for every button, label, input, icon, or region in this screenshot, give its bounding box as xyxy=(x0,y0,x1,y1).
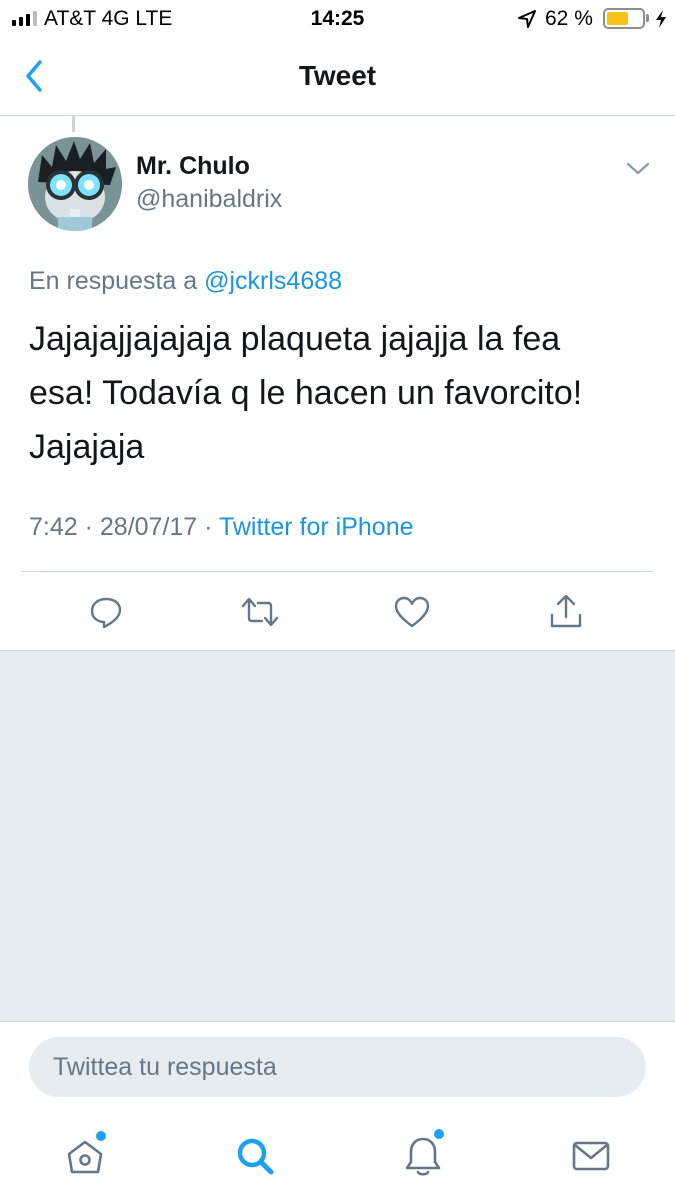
share-icon xyxy=(550,594,582,628)
nav-bar: Tweet xyxy=(0,38,675,116)
tweet-date: 28/07/17 xyxy=(99,513,198,541)
tab-messages[interactable] xyxy=(566,1131,616,1181)
tweet-source-link[interactable]: Twitter for iPhone xyxy=(219,513,414,541)
reply-bar xyxy=(0,1021,675,1113)
like-icon xyxy=(394,596,430,628)
chevron-down-icon xyxy=(626,162,650,175)
tweet-text-line: Jajajaja xyxy=(29,428,145,466)
divider xyxy=(22,571,653,572)
battery-level xyxy=(607,12,629,25)
tweet-text-line: esa! Todavía q le hacen un favorcito! xyxy=(29,374,583,412)
author-handle[interactable]: @hanibaldrix xyxy=(136,185,282,214)
tweet-time: 7:42 xyxy=(29,513,78,541)
tweet-text: Jajajajjajajaja plaqueta jajajja la fea … xyxy=(29,312,649,474)
tweet-text-line: Jajajajjajajaja plaqueta jajajja la fea xyxy=(29,320,561,358)
notifications-icon xyxy=(405,1137,441,1176)
status-bar: AT&T 4G LTE 14:25 62 % xyxy=(0,0,675,38)
tab-home[interactable] xyxy=(60,1131,110,1181)
notifications-dot xyxy=(434,1129,444,1139)
battery-icon xyxy=(603,8,645,29)
author-display-name[interactable]: Mr. Chulo xyxy=(136,152,250,181)
messages-icon xyxy=(572,1141,610,1171)
tweet-options-button[interactable] xyxy=(624,156,652,180)
search-icon xyxy=(237,1138,274,1175)
location-arrow-icon xyxy=(518,10,536,28)
replies-area xyxy=(0,651,675,1021)
reply-prefix: En respuesta a xyxy=(29,267,205,295)
avatar-image xyxy=(28,137,122,231)
home-notification-dot xyxy=(96,1131,106,1141)
battery-percent: 62 % xyxy=(545,7,593,30)
avatar[interactable] xyxy=(28,137,122,231)
tweet-metadata: 7:42 · 28/07/17 · Twitter for iPhone xyxy=(29,513,414,542)
charging-bolt-icon xyxy=(656,10,666,28)
retweet-button[interactable] xyxy=(238,590,282,634)
meta-separator: · xyxy=(77,513,100,541)
battery-cap xyxy=(646,14,649,22)
reply-mention-link[interactable]: @jckrls4688 xyxy=(204,267,342,295)
reply-button[interactable] xyxy=(84,590,128,634)
tab-notifications[interactable] xyxy=(398,1129,448,1181)
retweet-icon xyxy=(241,597,279,627)
tweet-actions xyxy=(0,590,675,634)
tab-bar xyxy=(0,1113,675,1200)
page-title: Tweet xyxy=(298,60,377,91)
reply-context: En respuesta a @jckrls4688 xyxy=(29,267,342,296)
thread-connector xyxy=(72,116,75,132)
reply-input[interactable] xyxy=(29,1037,646,1097)
reply-icon xyxy=(90,597,122,629)
tab-search[interactable] xyxy=(230,1131,280,1181)
share-button[interactable] xyxy=(544,590,588,634)
like-button[interactable] xyxy=(390,590,434,634)
meta-separator: · xyxy=(197,513,219,541)
